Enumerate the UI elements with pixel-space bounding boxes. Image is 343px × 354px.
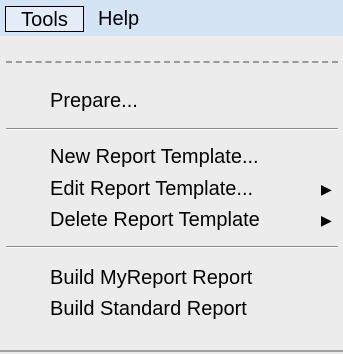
menu-separator: [6, 128, 338, 130]
tools-dropdown-menu: Prepare... New Report Template... Edit R…: [0, 36, 343, 354]
menu-separator: [6, 246, 338, 248]
menu-item-build-standard-report[interactable]: Build Standard Report: [50, 296, 247, 322]
tearoff-handle[interactable]: [6, 61, 338, 63]
menu-item-build-myreport-report[interactable]: Build MyReport Report: [50, 265, 252, 291]
menu-help[interactable]: Help: [98, 6, 139, 32]
menu-item-new-report-template[interactable]: New Report Template...: [50, 144, 259, 170]
menu-tools[interactable]: Tools: [5, 6, 84, 32]
submenu-arrow-icon: ▶: [321, 181, 332, 197]
menu-bottom-edge: [0, 350, 343, 352]
menu-item-prepare[interactable]: Prepare...: [50, 88, 138, 114]
submenu-arrow-icon: ▶: [321, 212, 332, 228]
menu-item-delete-report-template[interactable]: Delete Report Template: [50, 207, 260, 233]
menu-item-edit-report-template[interactable]: Edit Report Template...: [50, 176, 253, 202]
menu-bar: Tools Help: [0, 0, 343, 36]
